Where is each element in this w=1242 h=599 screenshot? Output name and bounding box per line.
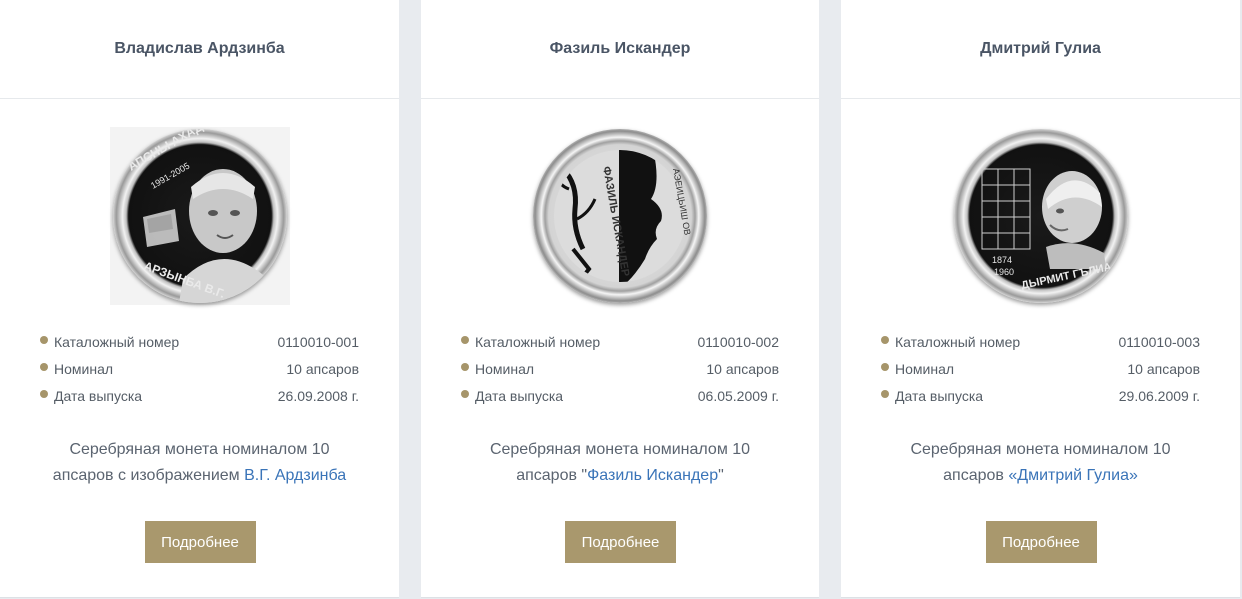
spec-value: 06.05.2009 г.: [697, 387, 779, 404]
spec-catalog-number: Каталожный номер 0110010-002: [461, 328, 779, 355]
desc-link[interactable]: Фазиль Искандер: [587, 467, 718, 484]
spec-value: 0110010-003: [1118, 333, 1200, 350]
spec-release-date: Дата выпуска 29.06.2009 г.: [881, 382, 1200, 409]
coin-card-ardzinba: Владислав Ардзинба АПСНЫ АХАДА 1991-2005…: [0, 0, 399, 598]
coin-iskander-picture: ФАЗИЛЬ ИСКАНДЕР АЭЕИЦЬИШ ОВ: [533, 129, 707, 303]
spec-value: 0110010-002: [697, 333, 779, 350]
spec-label: Каталожный номер: [895, 333, 1021, 350]
spec-value: 10 апсаров: [1127, 360, 1200, 377]
spec-value: 26.09.2008 г.: [277, 387, 359, 404]
bullet-icon: [461, 362, 469, 371]
spec-value: 10 апсаров: [286, 360, 359, 377]
spec-release-date: Дата выпуска 06.05.2009 г.: [461, 382, 779, 409]
coin-gulia-picture: 1874 1960 ДЫРМИТ ГЪЛИА: [953, 129, 1128, 303]
spec-label: Каталожный номер: [54, 333, 180, 350]
desc-link[interactable]: «Дмитрий Гулиа»: [1008, 467, 1138, 484]
spec-label: Номинал: [475, 360, 535, 377]
bullet-icon: [881, 362, 889, 371]
desc-line1: Серебряная монета номиналом 10: [489, 441, 751, 458]
spec-label: Дата выпуска: [895, 387, 984, 404]
desc-prefix: апсаров с изображением: [52, 467, 245, 484]
svg-text:1874: 1874: [992, 255, 1012, 265]
coin-ardzinba-picture: АПСНЫ АХАДА 1991-2005 АРЗЫНБА В.Г.: [112, 129, 287, 303]
spec-catalog-number: Каталожный номер 0110010-003: [881, 328, 1200, 355]
svg-text:1991-2005: 1991-2005: [149, 161, 191, 191]
desc-line1: Серебряная монета номиналом 10: [69, 441, 330, 458]
spec-value: 29.06.2009 г.: [1118, 387, 1200, 404]
spec-catalog-number: Каталожный номер 0110010-001: [40, 328, 359, 355]
coin-description: Серебряная монета номиналом 10 апсаров «…: [871, 437, 1210, 489]
specs-list: Каталожный номер 0110010-002 Номинал 10 …: [461, 328, 779, 409]
coin-image[interactable]: АПСНЫ АХАДА 1991-2005 АРЗЫНБА В.Г.: [109, 127, 290, 305]
bullet-icon: [461, 389, 469, 398]
bullet-icon: [881, 389, 889, 398]
desc-prefix: апсаров: [943, 467, 1009, 484]
details-button[interactable]: Подробнее: [144, 521, 256, 563]
bullet-icon: [461, 335, 469, 344]
spec-denomination: Номинал 10 апсаров: [461, 355, 779, 382]
spec-label: Номинал: [54, 360, 114, 377]
desc-link[interactable]: В.Г. Ардзинба: [244, 467, 346, 484]
card-title: Дмитрий Гулиа: [841, 0, 1240, 99]
details-button[interactable]: Подробнее: [565, 521, 676, 563]
desc-suffix: ": [718, 467, 724, 484]
svg-text:1960: 1960: [994, 267, 1014, 277]
spec-denomination: Номинал 10 апсаров: [40, 355, 359, 382]
desc-line1: Серебряная монета номиналом 10: [910, 441, 1171, 458]
spec-label: Дата выпуска: [475, 387, 564, 404]
desc-prefix: апсаров ": [516, 467, 588, 484]
bullet-icon: [40, 362, 48, 371]
spec-value: 0110010-001: [277, 333, 359, 350]
specs-list: Каталожный номер 0110010-001 Номинал 10 …: [40, 328, 359, 409]
spec-value: 10 апсаров: [706, 360, 779, 377]
spec-release-date: Дата выпуска 26.09.2008 г.: [40, 382, 359, 409]
bullet-icon: [881, 335, 889, 344]
bullet-icon: [40, 335, 48, 344]
coin-description: Серебряная монета номиналом 10 апсаров с…: [30, 437, 369, 489]
spec-denomination: Номинал 10 апсаров: [881, 355, 1200, 382]
spec-label: Дата выпуска: [54, 387, 143, 404]
coin-card-iskander: Фазиль Искандер ФАЗИЛЬ ИСКАНДЕР АЭЕИЦЬИШ…: [421, 0, 819, 598]
spec-label: Каталожный номер: [475, 333, 601, 350]
coin-image[interactable]: ФАЗИЛЬ ИСКАНДЕР АЭЕИЦЬИШ ОВ: [530, 127, 710, 305]
svg-text:АПСНЫ АХАДА: АПСНЫ АХАДА: [125, 129, 212, 174]
coin-card-gulia: Дмитрий Гулиа 1874 1960 ДЫРМИТ ГЪЛИА Кат…: [841, 0, 1240, 598]
spec-label: Номинал: [895, 360, 955, 377]
specs-list: Каталожный номер 0110010-003 Номинал 10 …: [881, 328, 1200, 409]
coin-description: Серебряная монета номиналом 10 апсаров "…: [451, 437, 789, 489]
coin-image[interactable]: 1874 1960 ДЫРМИТ ГЪЛИА: [951, 127, 1131, 305]
details-button[interactable]: Подробнее: [985, 521, 1097, 563]
bullet-icon: [40, 389, 48, 398]
card-title: Владислав Ардзинба: [0, 0, 399, 99]
card-title: Фазиль Искандер: [421, 0, 819, 99]
